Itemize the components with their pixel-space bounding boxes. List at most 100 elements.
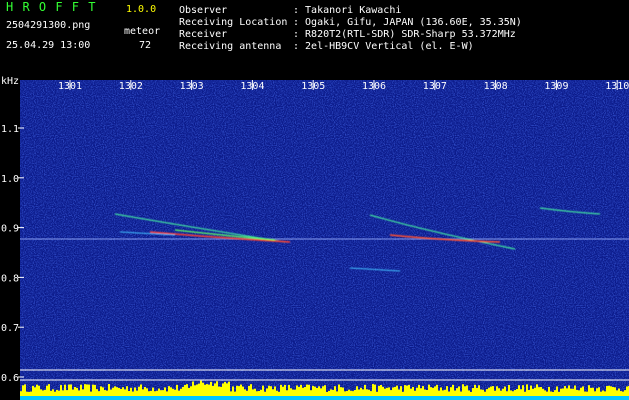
level-bar [332, 389, 334, 396]
level-bar [600, 391, 602, 396]
level-bar [210, 381, 212, 396]
level-bar [554, 390, 556, 396]
level-bar [144, 387, 146, 396]
level-bar [282, 386, 284, 396]
level-bar [430, 387, 432, 396]
file-name: 2504291300.png [6, 20, 91, 31]
level-bar [46, 385, 48, 396]
level-bar [386, 387, 388, 396]
level-bar [152, 387, 154, 396]
level-bar [162, 390, 164, 396]
level-bar [474, 384, 476, 396]
x-tick-label: 1304 [240, 81, 264, 92]
level-bar [310, 390, 312, 396]
level-bar [478, 385, 480, 396]
level-bar [516, 388, 518, 396]
level-bar [346, 390, 348, 396]
level-bar [460, 391, 462, 396]
level-bar [610, 386, 612, 396]
level-bar [608, 385, 610, 396]
level-bar [50, 390, 52, 396]
level-bar [314, 386, 316, 396]
level-bar [564, 386, 566, 396]
level-bar [422, 386, 424, 396]
level-bar [536, 384, 538, 396]
level-bar [486, 389, 488, 396]
x-tick-label: 1308 [484, 81, 508, 92]
level-bar [174, 389, 176, 396]
level-bar [104, 390, 106, 396]
level-bar [398, 389, 400, 396]
x-tick-label: 1310 [605, 81, 629, 92]
level-bar [168, 386, 170, 396]
level-bar [446, 386, 448, 396]
level-bar [574, 385, 576, 396]
level-bar [598, 387, 600, 396]
x-tick-label: 1305 [301, 81, 325, 92]
level-bar [590, 387, 592, 396]
level-bar [410, 388, 412, 396]
level-bar [484, 391, 486, 396]
level-bar [108, 384, 110, 396]
level-bar [524, 391, 526, 396]
level-bar [256, 391, 258, 396]
level-bar [34, 387, 36, 396]
level-bar [588, 385, 590, 396]
level-bar [412, 386, 414, 396]
level-bar [110, 389, 112, 396]
level-bar [376, 391, 378, 396]
level-bar [136, 390, 138, 396]
level-bar [96, 389, 98, 396]
level-bar [272, 389, 274, 396]
level-bar [296, 385, 298, 396]
level-bar [456, 388, 458, 396]
level-bar [586, 391, 588, 396]
level-bar [566, 388, 568, 396]
level-bar [182, 386, 184, 396]
level-bar [614, 387, 616, 396]
level-bar [584, 391, 586, 396]
level-bar [294, 389, 296, 396]
y-tick-label: 0.6 [1, 373, 19, 384]
level-bar [342, 387, 344, 396]
level-bar [528, 390, 530, 396]
level-bar [372, 384, 374, 396]
level-bar [424, 389, 426, 396]
level-bar [366, 389, 368, 396]
level-bar [242, 386, 244, 396]
level-bar [90, 391, 92, 396]
level-bar [234, 391, 236, 396]
level-bar [178, 390, 180, 396]
level-bar [72, 389, 74, 396]
level-bar [324, 385, 326, 396]
level-bar [326, 391, 328, 396]
level-bar [38, 385, 40, 396]
level-bar [220, 386, 222, 396]
level-bar [154, 391, 156, 396]
spectrogram-noise [20, 80, 629, 392]
level-bar [532, 388, 534, 396]
level-bar [290, 388, 292, 396]
level-bar [264, 391, 266, 396]
level-bar [28, 391, 30, 396]
level-bar [448, 391, 450, 396]
app-version: 1.0.0 [126, 4, 157, 15]
level-bar [92, 384, 94, 396]
level-bar [384, 388, 386, 396]
level-bar [604, 391, 606, 396]
level-bar [476, 387, 478, 396]
app-name: H R O F F T [6, 0, 97, 14]
level-bar [508, 384, 510, 396]
level-bar [492, 386, 494, 396]
level-bar [302, 387, 304, 396]
y-tick-label: 1.1 [1, 124, 19, 135]
level-bar [522, 385, 524, 396]
level-bar [320, 388, 322, 396]
level-bar [620, 391, 622, 396]
level-bar [62, 390, 64, 396]
level-bar [172, 388, 174, 396]
level-bar [472, 388, 474, 396]
level-bar [164, 387, 166, 396]
level-bar [558, 391, 560, 396]
level-bar [212, 385, 214, 396]
